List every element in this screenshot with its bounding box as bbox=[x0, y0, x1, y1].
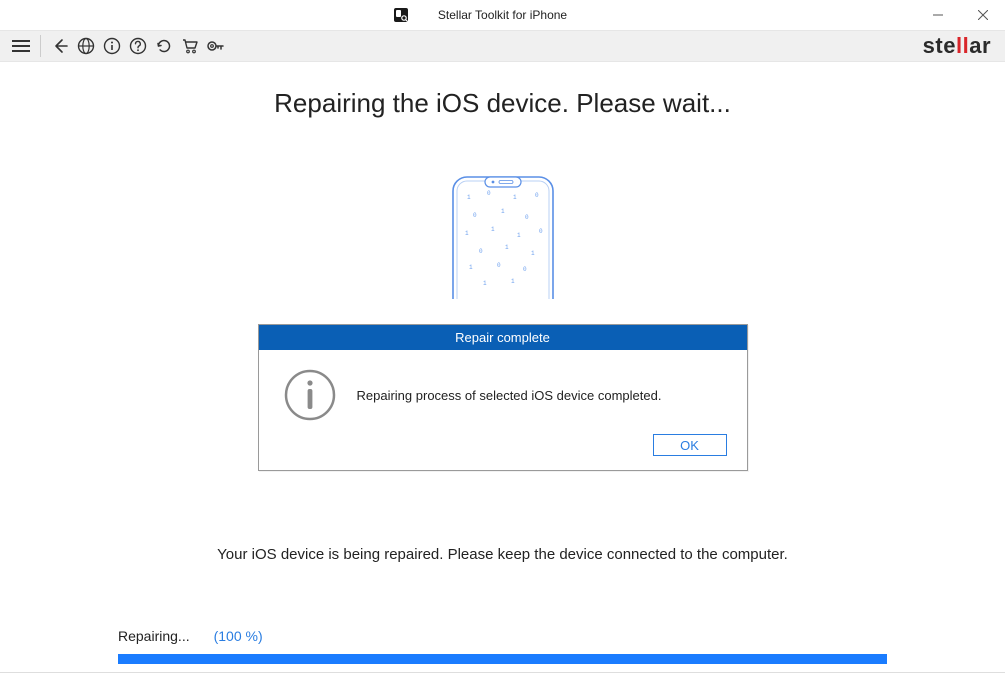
repair-complete-dialog: Repair complete Repairing process of sel… bbox=[258, 324, 748, 471]
svg-text:1: 1 bbox=[511, 278, 515, 285]
svg-text:0: 0 bbox=[487, 190, 491, 197]
svg-text:0: 0 bbox=[535, 192, 539, 199]
brand-logo: stellar bbox=[923, 33, 991, 59]
window-controls bbox=[915, 0, 1005, 30]
progress-percent: (100 %) bbox=[214, 628, 263, 644]
progress-area: Repairing... (100 %) bbox=[118, 628, 887, 664]
help-icon[interactable] bbox=[125, 33, 151, 59]
close-button[interactable] bbox=[960, 0, 1005, 30]
window-title: Stellar Toolkit for iPhone bbox=[438, 8, 567, 22]
dialog-footer: OK bbox=[259, 434, 747, 470]
back-icon[interactable] bbox=[47, 33, 73, 59]
globe-icon[interactable] bbox=[73, 33, 99, 59]
svg-text:0: 0 bbox=[479, 248, 483, 255]
dialog-body: Repairing process of selected iOS device… bbox=[259, 350, 747, 434]
cart-icon[interactable] bbox=[177, 33, 203, 59]
svg-text:0: 0 bbox=[523, 266, 527, 273]
svg-text:0: 0 bbox=[497, 262, 501, 269]
content-area: Repairing the iOS device. Please wait...… bbox=[0, 88, 1005, 686]
svg-text:1: 1 bbox=[469, 264, 473, 271]
toolbar-separator bbox=[40, 35, 41, 57]
toolbar: stellar bbox=[0, 30, 1005, 62]
refresh-icon[interactable] bbox=[151, 33, 177, 59]
advice-text: Your iOS device is being repaired. Pleas… bbox=[0, 546, 1005, 563]
brand-text-pre: ste bbox=[923, 33, 956, 58]
svg-text:1: 1 bbox=[467, 194, 471, 201]
brand-text-mid: ll bbox=[956, 33, 969, 58]
svg-text:0: 0 bbox=[473, 212, 477, 219]
app-icon bbox=[393, 7, 409, 23]
svg-text:1: 1 bbox=[517, 232, 521, 239]
progress-label: Repairing... bbox=[118, 628, 190, 644]
menu-icon[interactable] bbox=[8, 33, 34, 59]
divider bbox=[0, 672, 1005, 673]
progress-fill bbox=[118, 654, 887, 664]
svg-text:0: 0 bbox=[525, 214, 529, 221]
key-icon[interactable] bbox=[203, 33, 229, 59]
svg-text:0: 0 bbox=[539, 228, 543, 235]
page-headline: Repairing the iOS device. Please wait... bbox=[0, 88, 1005, 119]
svg-text:1: 1 bbox=[491, 226, 495, 233]
svg-text:1: 1 bbox=[531, 250, 535, 257]
minimize-button[interactable] bbox=[915, 0, 960, 30]
svg-text:1: 1 bbox=[513, 194, 517, 201]
dialog-title: Repair complete bbox=[259, 325, 747, 350]
brand-text-post: ar bbox=[969, 33, 991, 58]
svg-text:1: 1 bbox=[501, 208, 505, 215]
progress-bar bbox=[118, 654, 887, 664]
dialog-message: Repairing process of selected iOS device… bbox=[357, 388, 662, 403]
progress-labels: Repairing... (100 %) bbox=[118, 628, 887, 644]
titlebar: Stellar Toolkit for iPhone bbox=[0, 0, 1005, 30]
svg-text:1: 1 bbox=[505, 244, 509, 251]
svg-text:1: 1 bbox=[483, 280, 487, 287]
phone-illustration: 1 0 1 0 0 1 0 1 1 1 0 0 1 1 1 0 0 1 1 bbox=[0, 169, 1005, 299]
svg-text:1: 1 bbox=[465, 230, 469, 237]
ok-button[interactable]: OK bbox=[653, 434, 727, 456]
info-icon bbox=[283, 368, 337, 422]
info-icon[interactable] bbox=[99, 33, 125, 59]
